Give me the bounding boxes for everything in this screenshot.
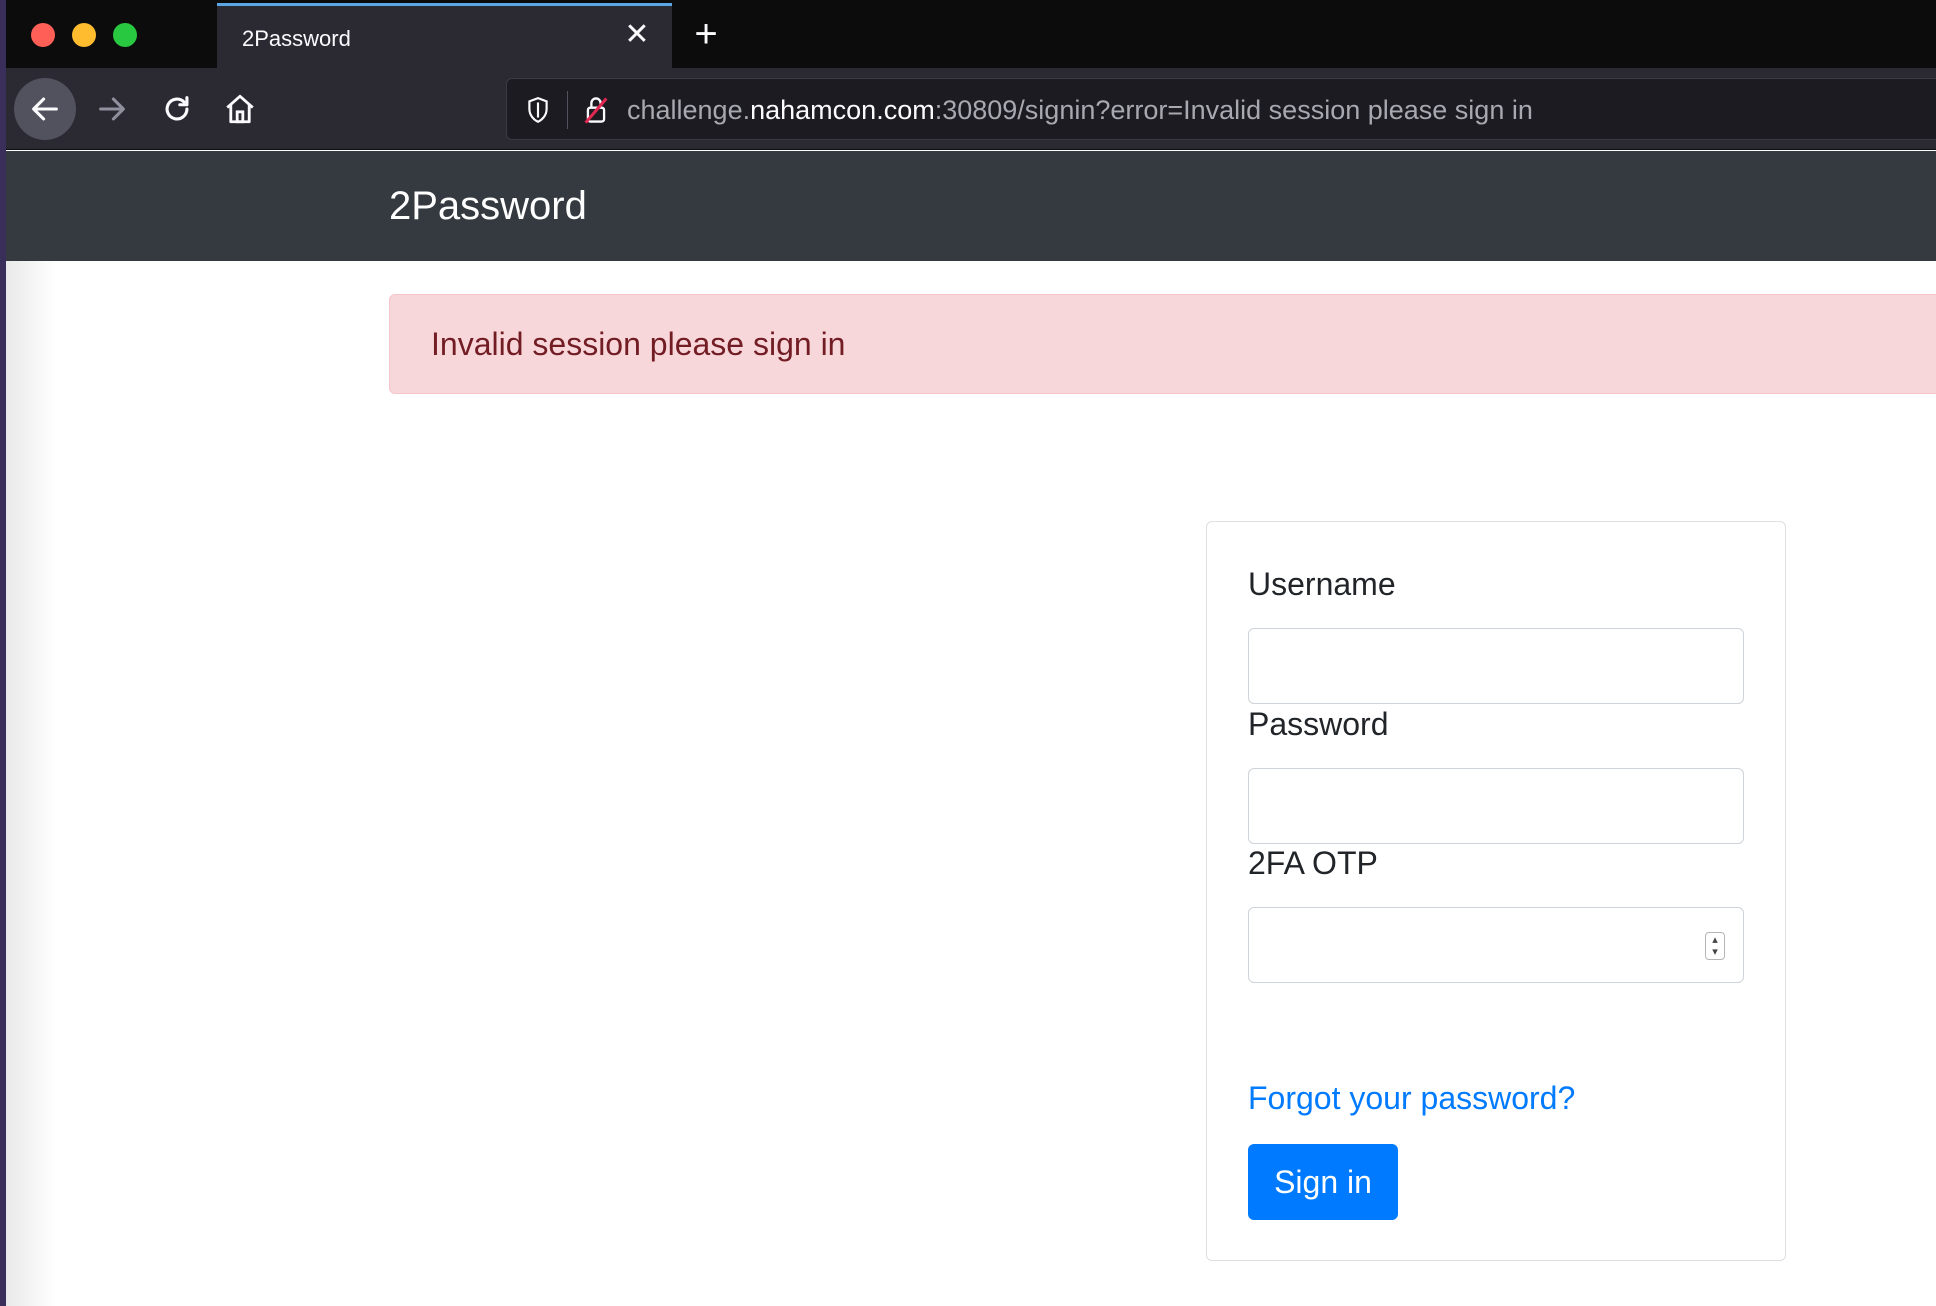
forward-arrow-icon	[99, 97, 125, 121]
number-spinner[interactable]: ▴ ▾	[1705, 932, 1725, 960]
window-shadow	[6, 261, 56, 1306]
url-separator	[567, 91, 568, 129]
new-tab-icon[interactable]: +	[686, 14, 726, 54]
username-label: Username	[1248, 566, 1396, 602]
browser-window: 2Password ✕ + challenge.nahamcon.com:308…	[6, 0, 1936, 1306]
back-button[interactable]	[14, 78, 76, 140]
home-icon	[226, 94, 254, 124]
sign-in-button[interactable]: Sign in	[1248, 1144, 1398, 1220]
username-input[interactable]	[1248, 628, 1744, 704]
navbar-brand[interactable]: 2Password	[389, 181, 587, 231]
tab-strip: 2Password ✕ +	[6, 0, 1936, 68]
insecure-lock-icon[interactable]	[579, 93, 613, 127]
url-path: :30809/signin?error=Invalid session plea…	[934, 95, 1533, 125]
otp-label: 2FA OTP	[1248, 845, 1378, 881]
error-alert: Invalid session please sign in	[389, 294, 1936, 394]
address-bar[interactable]: challenge.nahamcon.com:30809/signin?erro…	[506, 78, 1936, 140]
site-navbar: 2Password	[6, 151, 1936, 261]
tab-title: 2Password	[242, 26, 351, 51]
home-button[interactable]	[209, 78, 271, 140]
reload-button[interactable]	[146, 78, 208, 140]
url-host: nahamcon.com	[750, 95, 935, 125]
page-content: 2Password Invalid session please sign in…	[6, 151, 1936, 1306]
back-arrow-icon	[32, 97, 58, 121]
zoom-window-button[interactable]	[113, 23, 137, 47]
otp-input[interactable]: ▴ ▾	[1248, 907, 1744, 983]
password-input[interactable]	[1248, 768, 1744, 844]
spin-down-icon[interactable]: ▾	[1712, 946, 1718, 958]
forgot-password-link[interactable]: Forgot your password?	[1248, 1080, 1575, 1117]
alert-message: Invalid session please sign in	[431, 326, 846, 362]
close-window-button[interactable]	[31, 23, 55, 47]
signin-card: Username Password 2FA OTP ▴ ▾ Forgot you…	[1206, 521, 1786, 1261]
active-tab[interactable]: 2Password ✕	[217, 3, 672, 68]
nav-toolbar: challenge.nahamcon.com:30809/signin?erro…	[6, 68, 1936, 150]
url-text[interactable]: challenge.nahamcon.com:30809/signin?erro…	[627, 95, 1533, 126]
password-label: Password	[1248, 706, 1389, 742]
minimize-window-button[interactable]	[72, 23, 96, 47]
forward-button[interactable]	[81, 78, 143, 140]
reload-icon	[165, 96, 189, 121]
spin-up-icon[interactable]: ▴	[1712, 934, 1718, 946]
tab-close-icon[interactable]: ✕	[620, 18, 654, 52]
tracking-shield-icon[interactable]	[521, 93, 555, 127]
url-prefix: challenge.	[627, 95, 751, 125]
